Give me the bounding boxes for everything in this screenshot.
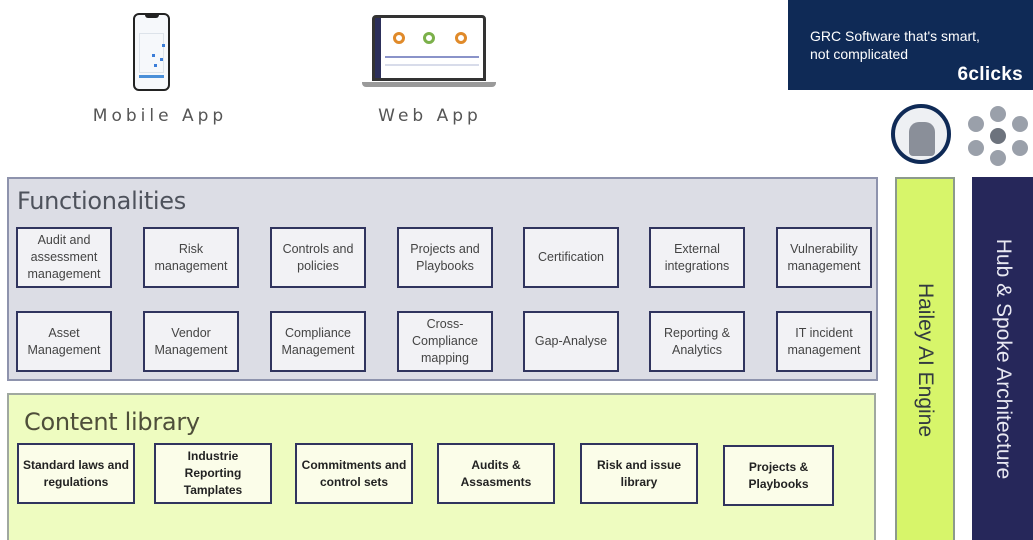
brand-logo: 6clicks	[957, 64, 1023, 85]
brand-tagline: GRC Software that's smart, not complicat…	[810, 27, 980, 63]
functionality-box: Asset Management	[16, 311, 112, 372]
laptop-table-header	[385, 56, 479, 58]
phone-notch	[145, 15, 159, 18]
spoke-node	[968, 140, 984, 156]
laptop-sidebar	[375, 18, 381, 78]
hub-spoke-architecture-bar: Hub & Spoke Architecture	[972, 177, 1033, 540]
phone-action-bar	[139, 75, 164, 78]
laptop-table-row	[385, 64, 479, 66]
phone-chart-point	[162, 44, 165, 47]
content-library-box: Commitments and control sets	[295, 443, 413, 504]
functionality-box: Compliance Management	[270, 311, 366, 372]
brand-banner: GRC Software that's smart, not complicat…	[788, 0, 1033, 90]
hub-spoke-cluster-icon	[964, 106, 1030, 166]
content-library-panel: Content library Standard laws and regula…	[7, 393, 876, 540]
functionality-box: Risk management	[143, 227, 239, 288]
functionality-box: Vendor Management	[143, 311, 239, 372]
functionality-box: External integrations	[649, 227, 745, 288]
hailey-ai-engine-bar: Hailey AI Engine	[895, 177, 955, 540]
functionality-box: Controls and policies	[270, 227, 366, 288]
spoke-node	[990, 106, 1006, 122]
laptop-donut-chart	[423, 32, 435, 44]
brand-tagline-line2: not complicated	[810, 46, 909, 62]
content-library-title: Content library	[24, 408, 200, 436]
functionality-box: Projects and Playbooks	[397, 227, 493, 288]
phone-chart-point	[154, 64, 157, 67]
content-library-box: Projects & Playbooks	[723, 445, 834, 506]
hub-spoke-architecture-label: Hub & Spoke Architecture	[991, 238, 1015, 479]
spoke-node	[1012, 140, 1028, 156]
web-app-label: Web App	[378, 106, 482, 126]
laptop-base	[362, 82, 496, 87]
mobile-app-label: Mobile App	[92, 106, 228, 126]
ai-robot-icon	[891, 104, 951, 164]
hailey-ai-engine-label: Hailey AI Engine	[914, 282, 937, 437]
functionality-box: Reporting & Analytics	[649, 311, 745, 372]
brand-tagline-line1: GRC Software that's smart,	[810, 28, 980, 44]
hub-node	[990, 128, 1006, 144]
content-library-box: Audits & Assasments	[437, 443, 555, 504]
content-library-box: Industrie Reporting Tamplates	[154, 443, 272, 504]
functionality-box: IT incident management	[776, 311, 872, 372]
laptop-donut-chart	[455, 32, 467, 44]
content-library-box: Risk and issue library	[580, 443, 698, 504]
phone-screen-grid	[139, 33, 165, 73]
functionalities-title: Functionalities	[17, 187, 186, 215]
functionalities-panel: Functionalities Audit and assessment man…	[7, 177, 878, 381]
laptop-icon	[372, 15, 486, 81]
phone-chart-point	[152, 54, 155, 57]
functionality-box: Gap-Analyse	[523, 311, 619, 372]
functionality-box: Certification	[523, 227, 619, 288]
functionality-box: Vulnerability management	[776, 227, 872, 288]
functionality-box: Cross-Compliance mapping	[397, 311, 493, 372]
spoke-node	[968, 116, 984, 132]
phone-chart-point	[160, 58, 163, 61]
spoke-node	[990, 150, 1006, 166]
robot-figure	[909, 122, 935, 156]
functionality-box: Audit and assessment management	[16, 227, 112, 288]
mobile-phone-icon	[133, 13, 170, 91]
content-library-box: Standard laws and regulations	[17, 443, 135, 504]
laptop-donut-chart	[393, 32, 405, 44]
spoke-node	[1012, 116, 1028, 132]
